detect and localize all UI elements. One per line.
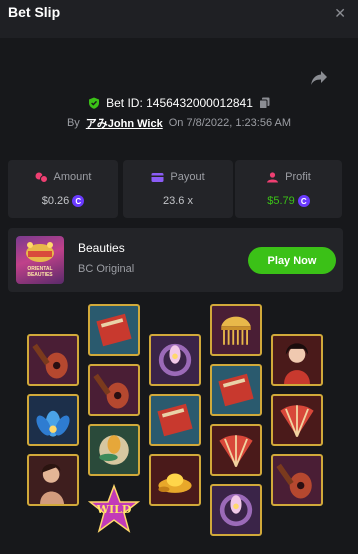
profit-icon [267, 171, 279, 182]
profit-value: $5.79 [267, 195, 295, 207]
bet-timestamp: On 7/8/2022, 1:23:56 AM [168, 117, 292, 129]
fan-symbol [271, 394, 323, 446]
profit-label: Profit [285, 171, 311, 183]
copy-icon[interactable] [258, 97, 270, 109]
by-label: By [66, 117, 80, 129]
book-symbol [88, 304, 140, 356]
pipa-symbol [271, 454, 323, 506]
bet-id-row: Bet ID: 1456432000012841 [0, 94, 358, 112]
coins-icon [35, 172, 48, 183]
play-now-button[interactable]: Play Now [248, 247, 336, 274]
bcd-coin-icon: C [297, 195, 310, 207]
blue-lotus-symbol [27, 394, 79, 446]
comb-symbol [210, 304, 262, 356]
header: Bet Slip ✕ [0, 0, 358, 38]
payout-label: Payout [170, 171, 205, 183]
gold-lotus-symbol [88, 424, 140, 476]
book-symbol [149, 394, 201, 446]
lotus-ring-symbol [210, 484, 262, 536]
lady-symbol [27, 454, 79, 506]
wallet-icon [151, 172, 164, 182]
bet-meta-row: By アみJohn Wick On 7/8/2022, 1:23:56 AM [0, 114, 358, 132]
gold-ingot-symbol [149, 454, 201, 506]
fan-symbol [210, 424, 262, 476]
slot-reels: WILD [0, 300, 358, 554]
close-icon[interactable]: ✕ [334, 5, 346, 22]
thumbnail-caption: ORIENTAL BEAUTIES [27, 266, 53, 278]
amount-value: $0.26 [41, 195, 70, 207]
payout-card: Payout 23.6 x [123, 160, 233, 218]
payout-value: 23.6 x [163, 195, 193, 207]
wild-symbol: WILD [87, 483, 141, 536]
bet-id: Bet ID: 1456432000012841 [106, 96, 253, 110]
share-icon[interactable] [310, 70, 328, 86]
lotus-ring-symbol [149, 334, 201, 386]
pipa-symbol [27, 334, 79, 386]
game-name: Beauties [78, 241, 125, 255]
game-provider: BC Original [78, 263, 135, 275]
bcd-coin-icon: C [72, 195, 85, 207]
wild-label: WILD [96, 503, 132, 516]
lady-symbol [271, 334, 323, 386]
book-symbol [210, 364, 262, 416]
amount-label: Amount [53, 171, 92, 183]
game-card: ORIENTAL BEAUTIES Beauties BC Original P… [8, 228, 343, 292]
profit-card: Profit $5.79 C [235, 160, 342, 218]
user-link[interactable]: アみJohn Wick [86, 115, 163, 131]
amount-card: Amount $0.26 C [8, 160, 118, 218]
pipa-symbol [88, 364, 140, 416]
game-thumbnail[interactable]: ORIENTAL BEAUTIES [16, 236, 64, 284]
page-title: Bet Slip [8, 4, 61, 20]
verified-shield-icon [89, 97, 100, 109]
